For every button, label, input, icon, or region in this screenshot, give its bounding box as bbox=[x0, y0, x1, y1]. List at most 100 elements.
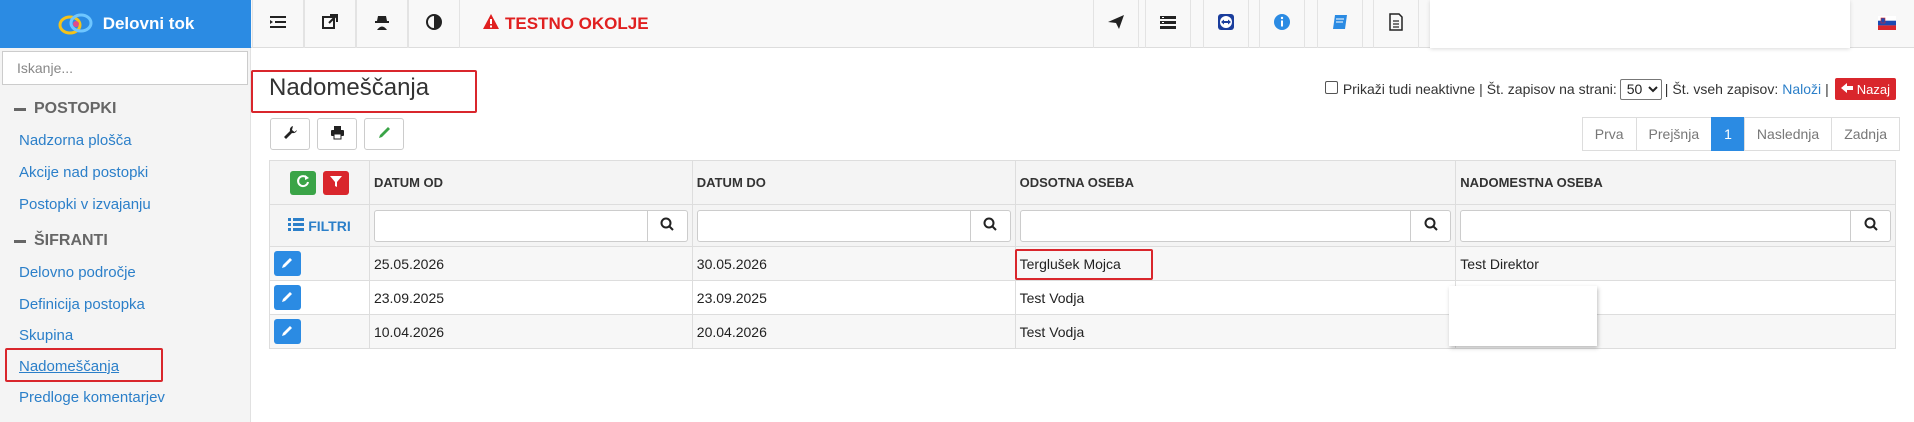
contrast-button[interactable] bbox=[408, 0, 460, 48]
highlight-box bbox=[5, 348, 163, 382]
filter-datum-do bbox=[691, 204, 1016, 247]
table-row[interactable]: 10.04.2026 20.04.2026 Test Vodja bbox=[269, 314, 1896, 349]
separator: | bbox=[1479, 81, 1483, 97]
paper-plane-icon bbox=[1107, 13, 1125, 36]
page-current[interactable]: 1 bbox=[1711, 117, 1745, 151]
collapse-icon bbox=[14, 239, 26, 243]
filters-toggle[interactable]: FILTRI bbox=[288, 217, 351, 234]
slovenian-flag-icon[interactable] bbox=[1878, 16, 1896, 30]
refresh-icon bbox=[296, 174, 310, 191]
back-label: Nazaj bbox=[1856, 81, 1890, 97]
filter-search-button[interactable] bbox=[647, 209, 688, 242]
table-row[interactable]: 23.09.2025 23.09.2025 Test Vodja bbox=[269, 280, 1896, 315]
info-button[interactable] bbox=[1259, 0, 1305, 48]
filter-datum-od bbox=[368, 204, 693, 247]
contrast-icon bbox=[425, 13, 443, 36]
back-button[interactable]: Nazaj bbox=[1834, 78, 1896, 100]
column-datum-od[interactable]: DATUM OD bbox=[368, 160, 693, 205]
sidebar-item-akcije[interactable]: Akcije nad postopki bbox=[19, 164, 148, 181]
filter-odsotna-input[interactable] bbox=[1019, 209, 1412, 242]
sidebar-search-input[interactable] bbox=[2, 51, 248, 85]
column-nadomestna-oseba[interactable]: NADOMESTNA OSEBA bbox=[1455, 160, 1896, 205]
per-page-select[interactable]: 50 bbox=[1619, 78, 1662, 100]
filter-datum-od-input[interactable] bbox=[373, 209, 648, 242]
show-inactive-checkbox[interactable] bbox=[1324, 81, 1338, 94]
section-title: ŠIFRANTI bbox=[34, 232, 108, 249]
filter-nadomestna bbox=[1455, 204, 1896, 247]
filter-search-button[interactable] bbox=[970, 209, 1011, 242]
book-icon bbox=[1331, 13, 1349, 36]
print-icon bbox=[330, 125, 345, 143]
server-icon bbox=[1159, 13, 1177, 36]
sidebar-item-postopki-v-izvajanju[interactable]: Postopki v izvajanju bbox=[19, 196, 151, 213]
row-actions bbox=[269, 280, 370, 315]
separator: | bbox=[1664, 81, 1669, 97]
list-options: Prikaži tudi neaktivne | Št. zapisov na … bbox=[1324, 78, 1896, 100]
search-icon bbox=[1424, 217, 1438, 234]
add-button[interactable] bbox=[364, 118, 404, 150]
separator: | bbox=[1825, 81, 1829, 97]
cell-datum-od: 25.05.2026 bbox=[368, 246, 693, 281]
page-prev[interactable]: Prejšnja bbox=[1635, 117, 1713, 151]
filters-label: FILTRI bbox=[308, 217, 351, 234]
send-button[interactable] bbox=[1093, 0, 1139, 48]
warning-icon bbox=[482, 13, 505, 36]
cell-odsotna: Test Vodja bbox=[1014, 314, 1457, 349]
teamviewer-button[interactable] bbox=[1203, 0, 1249, 48]
search-icon bbox=[1864, 217, 1878, 234]
cell-nadomestna: Test Direktor bbox=[1455, 246, 1896, 281]
filter-search-button[interactable] bbox=[1851, 209, 1891, 242]
list-indent-icon bbox=[269, 13, 287, 36]
print-button[interactable] bbox=[317, 118, 357, 150]
user-secret-icon bbox=[373, 13, 391, 36]
pencil-icon bbox=[281, 256, 294, 272]
settings-button[interactable] bbox=[270, 118, 310, 150]
sidebar-item-nadzorna-plosca[interactable]: Nadzorna plošča bbox=[19, 132, 132, 149]
external-link-icon bbox=[321, 13, 339, 36]
cell-datum-do: 30.05.2026 bbox=[691, 246, 1016, 281]
cell-datum-od: 10.04.2026 bbox=[368, 314, 693, 349]
section-postopki[interactable]: POSTOPKI bbox=[14, 100, 116, 118]
pagination: Prva Prejšnja 1 Naslednja Zadnja bbox=[1581, 117, 1900, 151]
clear-filter-button[interactable] bbox=[323, 170, 350, 195]
column-odsotna-oseba[interactable]: ODSOTNA OSEBA bbox=[1014, 160, 1457, 205]
user-panel-blank bbox=[1430, 0, 1850, 48]
edit-button[interactable] bbox=[274, 251, 301, 276]
filter-icon bbox=[329, 174, 343, 191]
list-indent-button[interactable] bbox=[252, 0, 304, 48]
highlight-box bbox=[1015, 249, 1153, 280]
server-button[interactable] bbox=[1145, 0, 1191, 48]
teamviewer-icon bbox=[1217, 13, 1235, 36]
cell-datum-do: 20.04.2026 bbox=[691, 314, 1016, 349]
refresh-button[interactable] bbox=[289, 170, 316, 195]
edit-button[interactable] bbox=[274, 319, 301, 344]
sidebar-item-definicija-postopka[interactable]: Definicija postopka bbox=[19, 296, 145, 313]
logo-icon bbox=[57, 10, 95, 38]
collapse-icon bbox=[14, 107, 26, 111]
load-total-link[interactable]: Naloži bbox=[1782, 81, 1821, 97]
sidebar-item-predloge-komentarjev[interactable]: Predloge komentarjev bbox=[19, 389, 165, 406]
filter-datum-do-input[interactable] bbox=[696, 209, 971, 242]
incognito-button[interactable] bbox=[356, 0, 408, 48]
sidebar-item-delovno-podrocje[interactable]: Delovno področje bbox=[19, 264, 136, 281]
test-environment-warning: TESTNO OKOLJE bbox=[482, 0, 649, 48]
filter-search-button[interactable] bbox=[1411, 209, 1452, 242]
edit-button[interactable] bbox=[274, 285, 301, 310]
page-last[interactable]: Zadnja bbox=[1831, 117, 1900, 151]
arrow-left-icon bbox=[1840, 82, 1857, 97]
manual-button[interactable] bbox=[1317, 0, 1363, 48]
top-bar: Delovni tok TESTNO OKOLJE bbox=[0, 0, 1914, 48]
table-header: DATUM OD DATUM DO ODSOTNA OSEBA NADOMEST… bbox=[269, 160, 1896, 205]
brand[interactable]: Delovni tok bbox=[0, 0, 251, 48]
document-button[interactable] bbox=[1373, 0, 1419, 48]
sidebar-item-skupina[interactable]: Skupina bbox=[19, 327, 73, 344]
filter-row: FILTRI bbox=[269, 204, 1896, 247]
page-next[interactable]: Naslednja bbox=[1743, 117, 1833, 151]
section-sifranti[interactable]: ŠIFRANTI bbox=[14, 232, 108, 250]
page-first[interactable]: Prva bbox=[1581, 117, 1637, 151]
column-datum-do[interactable]: DATUM DO bbox=[691, 160, 1016, 205]
filter-nadomestna-input[interactable] bbox=[1460, 209, 1851, 242]
cell-odsotna: Test Vodja bbox=[1014, 280, 1457, 315]
external-link-button[interactable] bbox=[304, 0, 356, 48]
cell-datum-do: 23.09.2025 bbox=[691, 280, 1016, 315]
